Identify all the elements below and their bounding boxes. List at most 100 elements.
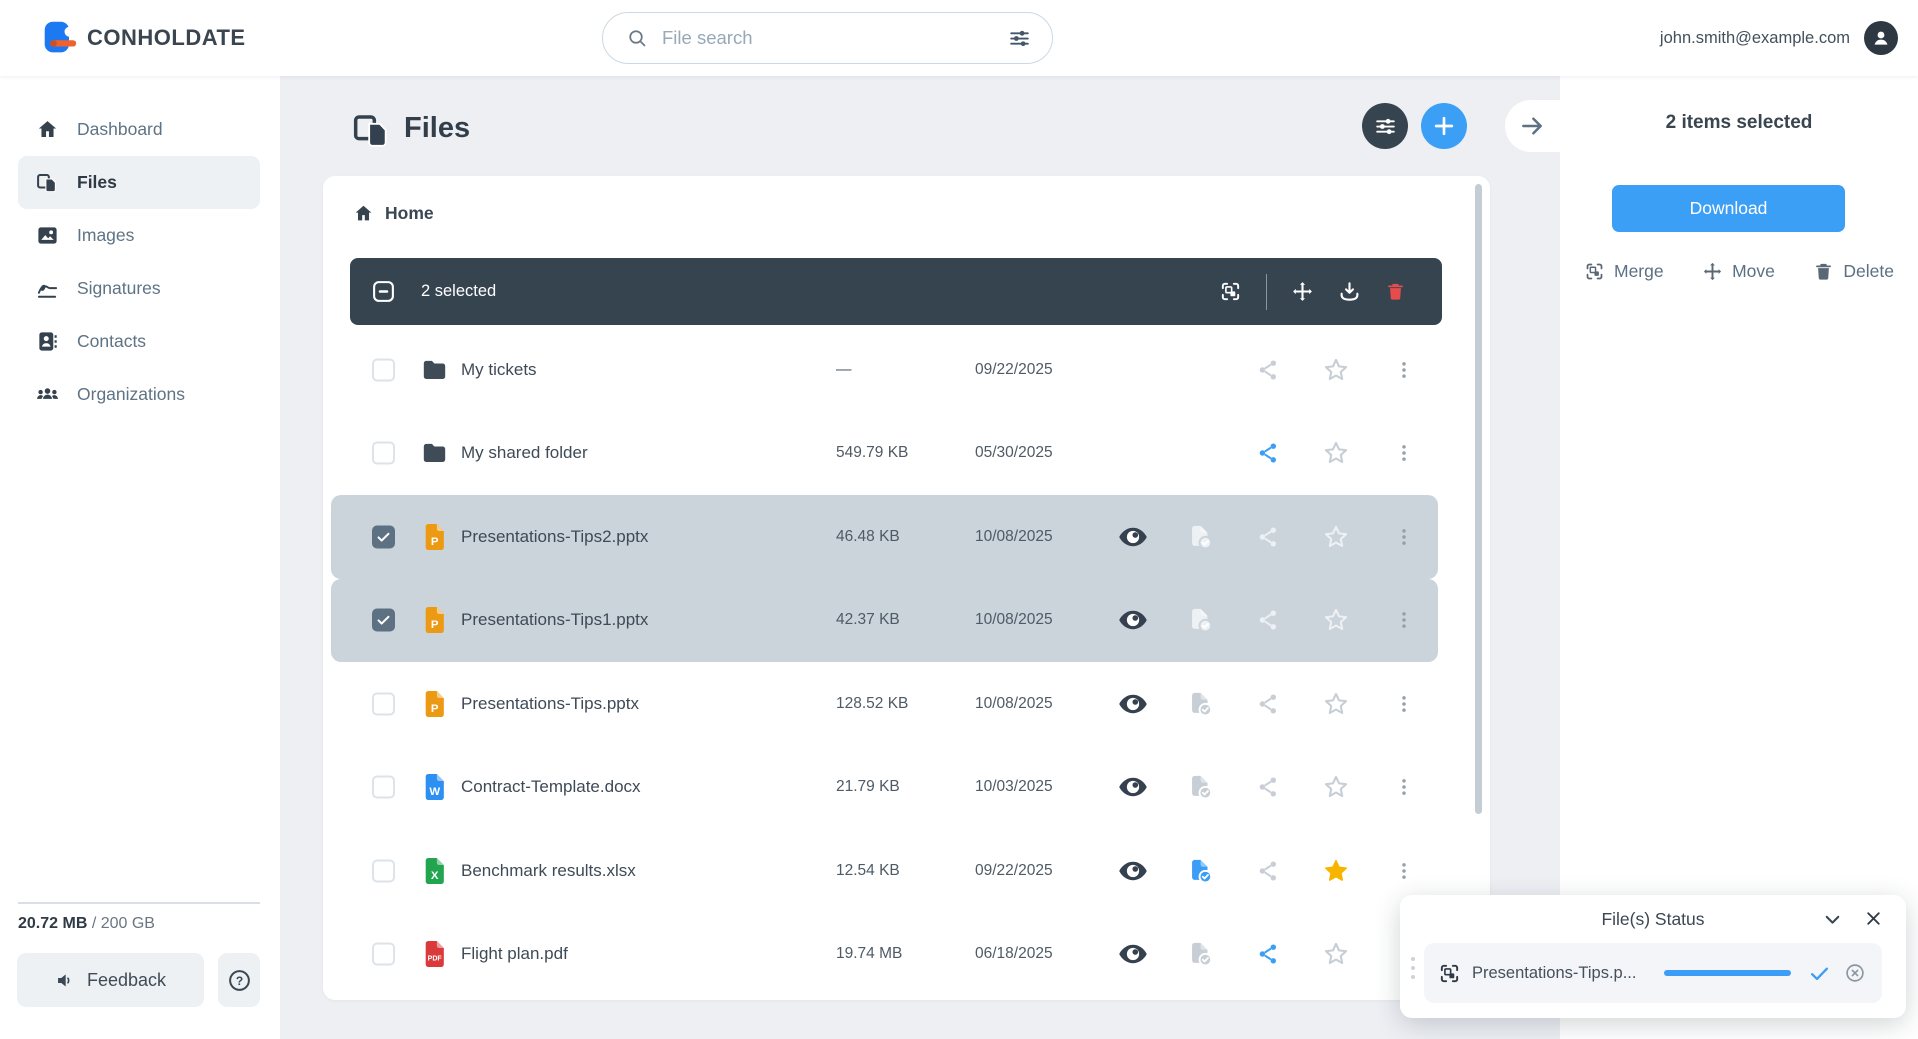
row-checkbox[interactable] bbox=[372, 775, 395, 799]
file-name[interactable]: Presentations-Tips1.pptx bbox=[461, 610, 648, 630]
sidebar-item-signatures[interactable]: Signatures bbox=[18, 262, 260, 315]
search-icon bbox=[627, 28, 648, 49]
file-name[interactable]: Presentations-Tips.pptx bbox=[461, 694, 639, 714]
sidebar-item-label: Images bbox=[77, 225, 135, 245]
file-row[interactable]: PDF Flight plan.pdf 19.74 MB 06/18/2025 bbox=[331, 913, 1438, 997]
file-row[interactable]: My shared folder 549.79 KB 05/30/2025 bbox=[331, 412, 1438, 496]
file-row[interactable]: X Benchmark results.xlsx 12.54 KB 09/22/202… bbox=[331, 829, 1438, 913]
sidebar-item-images[interactable]: Images bbox=[18, 209, 260, 262]
file-name[interactable]: My tickets bbox=[461, 360, 537, 380]
feedback-button[interactable]: Feedback bbox=[17, 953, 204, 1007]
star-icon[interactable] bbox=[1322, 690, 1350, 718]
file-name[interactable]: My shared folder bbox=[461, 443, 588, 463]
share-icon[interactable] bbox=[1256, 775, 1280, 799]
star-icon[interactable] bbox=[1322, 857, 1350, 885]
file-row[interactable]: My tickets — 09/22/2025 bbox=[331, 328, 1438, 412]
breadcrumb[interactable]: Home bbox=[353, 198, 434, 228]
view-settings-button[interactable] bbox=[1362, 103, 1408, 149]
sidebar-item-dashboard[interactable]: Dashboard bbox=[18, 103, 260, 156]
question-icon: ? bbox=[227, 968, 252, 993]
merge-selected-icon[interactable] bbox=[1219, 280, 1242, 303]
file-row[interactable]: W Contract-Template.docx 21.79 KB 10/03/202… bbox=[331, 746, 1438, 830]
sidebar-item-contacts[interactable]: Contacts bbox=[18, 315, 260, 368]
file-name[interactable]: Flight plan.pdf bbox=[461, 944, 568, 964]
download-button[interactable]: Download bbox=[1612, 185, 1845, 232]
user-avatar[interactable] bbox=[1864, 21, 1898, 55]
merge-label: Merge bbox=[1614, 261, 1664, 281]
files-status-panel: File(s) Status Presentations-Tips.p... bbox=[1400, 895, 1906, 1018]
file-date: 06/18/2025 bbox=[975, 945, 1053, 963]
preview-eye-icon[interactable] bbox=[1117, 771, 1149, 803]
row-checkbox[interactable] bbox=[372, 942, 395, 966]
sidebar-item-organizations[interactable]: Organizations bbox=[18, 368, 260, 421]
file-size: 12.54 KB bbox=[836, 861, 900, 879]
preview-eye-icon[interactable] bbox=[1117, 855, 1149, 887]
pptx-file-icon: P bbox=[421, 606, 448, 635]
close-icon[interactable] bbox=[1863, 908, 1884, 929]
file-search-box[interactable] bbox=[602, 12, 1053, 64]
row-menu-icon[interactable] bbox=[1394, 776, 1414, 798]
search-filters-icon[interactable] bbox=[1007, 26, 1032, 51]
star-icon[interactable] bbox=[1322, 773, 1350, 801]
file-check-icon[interactable] bbox=[1186, 857, 1214, 885]
file-row[interactable]: P Presentations-Tips2.pptx 46.48 KB 10/08/2… bbox=[331, 495, 1438, 579]
row-checkbox[interactable] bbox=[372, 859, 395, 883]
file-row[interactable]: P Presentations-Tips.pptx 128.52 KB 10/08/2… bbox=[331, 662, 1438, 746]
delete-action[interactable]: Delete bbox=[1813, 261, 1894, 282]
merge-action[interactable]: Merge bbox=[1584, 261, 1664, 282]
star-icon[interactable] bbox=[1322, 356, 1350, 384]
file-name[interactable]: Benchmark results.xlsx bbox=[461, 861, 636, 881]
preview-eye-icon[interactable] bbox=[1117, 521, 1149, 553]
share-icon[interactable] bbox=[1256, 608, 1280, 632]
svg-text:?: ? bbox=[235, 973, 242, 987]
row-checkbox[interactable] bbox=[372, 441, 395, 465]
cancel-circle-icon[interactable] bbox=[1844, 962, 1866, 984]
drag-handle[interactable] bbox=[1411, 957, 1415, 979]
file-check-icon[interactable] bbox=[1186, 940, 1214, 968]
file-name[interactable]: Presentations-Tips2.pptx bbox=[461, 527, 648, 547]
conholdate-logo-icon bbox=[42, 20, 78, 56]
file-check-icon[interactable] bbox=[1186, 606, 1214, 634]
file-row[interactable]: P Presentations-Tips1.pptx 42.37 KB 10/08/2… bbox=[331, 578, 1438, 662]
star-icon[interactable] bbox=[1322, 523, 1350, 551]
file-check-icon[interactable] bbox=[1186, 690, 1214, 718]
help-button[interactable]: ? bbox=[218, 953, 260, 1007]
share-icon[interactable] bbox=[1256, 942, 1280, 966]
row-menu-icon[interactable] bbox=[1394, 359, 1414, 381]
share-icon[interactable] bbox=[1256, 358, 1280, 382]
file-name[interactable]: Contract-Template.docx bbox=[461, 777, 641, 797]
scrollbar-thumb[interactable] bbox=[1475, 184, 1482, 814]
row-menu-icon[interactable] bbox=[1394, 860, 1414, 882]
move-selected-icon[interactable] bbox=[1291, 280, 1314, 303]
file-check-icon[interactable] bbox=[1186, 523, 1214, 551]
collapse-panel-tab[interactable] bbox=[1505, 100, 1560, 152]
share-icon[interactable] bbox=[1256, 859, 1280, 883]
row-menu-icon[interactable] bbox=[1394, 609, 1414, 631]
file-check-icon[interactable] bbox=[1186, 773, 1214, 801]
row-menu-icon[interactable] bbox=[1394, 693, 1414, 715]
row-menu-icon[interactable] bbox=[1394, 442, 1414, 464]
preview-eye-icon[interactable] bbox=[1117, 604, 1149, 636]
preview-eye-icon[interactable] bbox=[1117, 938, 1149, 970]
row-menu-icon[interactable] bbox=[1394, 526, 1414, 548]
row-checkbox[interactable] bbox=[372, 525, 395, 549]
star-icon[interactable] bbox=[1322, 940, 1350, 968]
brand-logo-group[interactable]: CONHOLDATE bbox=[42, 0, 246, 76]
delete-selected-icon[interactable] bbox=[1385, 280, 1406, 303]
share-icon[interactable] bbox=[1256, 692, 1280, 716]
share-icon[interactable] bbox=[1256, 525, 1280, 549]
search-input[interactable] bbox=[662, 27, 1007, 49]
preview-eye-icon[interactable] bbox=[1117, 688, 1149, 720]
row-checkbox[interactable] bbox=[372, 608, 395, 632]
row-checkbox[interactable] bbox=[372, 358, 395, 382]
share-icon[interactable] bbox=[1256, 441, 1280, 465]
chevron-down-icon[interactable] bbox=[1821, 908, 1844, 931]
sidebar-item-files[interactable]: Files bbox=[18, 156, 260, 209]
move-action[interactable]: Move bbox=[1702, 261, 1775, 282]
download-selected-icon[interactable] bbox=[1338, 280, 1361, 303]
star-icon[interactable] bbox=[1322, 439, 1350, 467]
row-checkbox[interactable] bbox=[372, 692, 395, 716]
star-icon[interactable] bbox=[1322, 606, 1350, 634]
add-file-button[interactable] bbox=[1421, 103, 1467, 149]
select-all-checkbox[interactable] bbox=[371, 279, 396, 304]
